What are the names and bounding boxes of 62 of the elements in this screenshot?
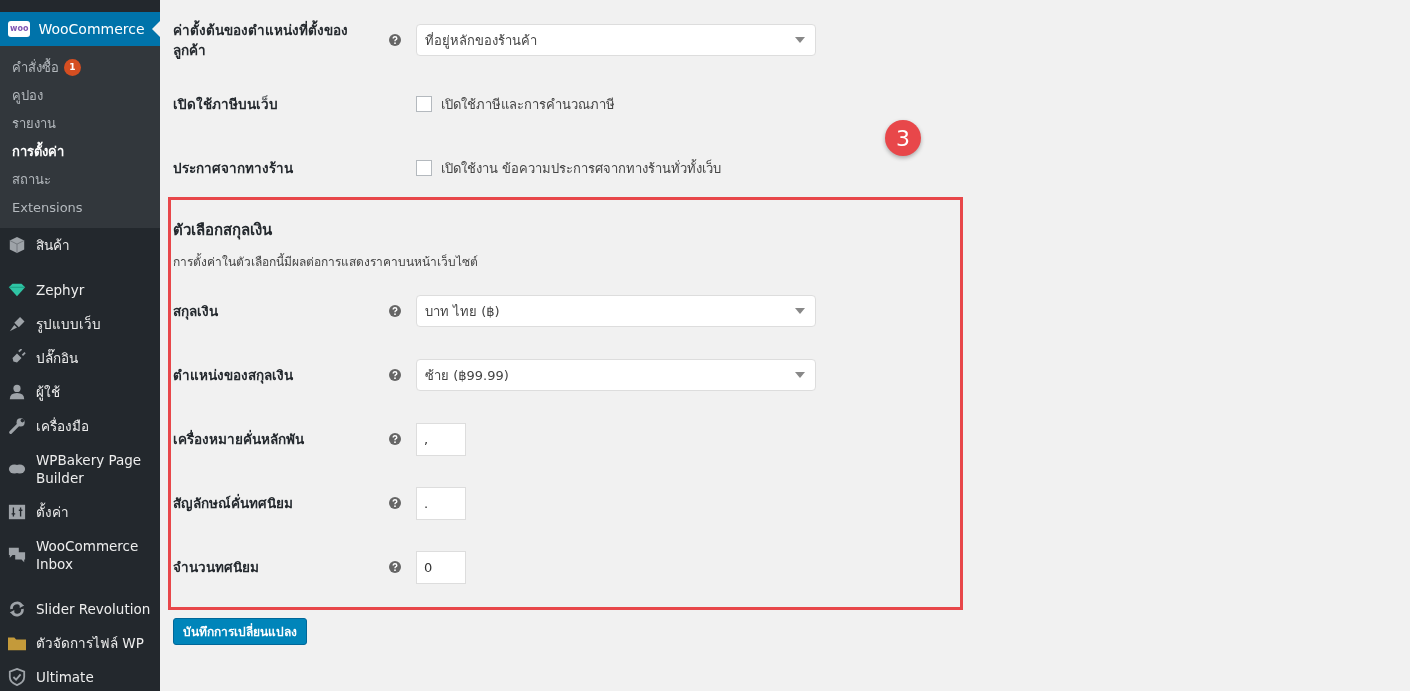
help-icon[interactable] (389, 497, 401, 509)
checkbox-label[interactable]: เปิดใช้ภาษีและการคำนวณภาษี (441, 93, 615, 115)
dropdown-select[interactable]: บาท ไทย (฿) (416, 295, 816, 327)
pointer-icon (152, 21, 160, 37)
dropdown-select[interactable]: ที่อยู่หลักของร้านค้า (416, 24, 816, 56)
section-description: การตั้งค่าในตัวเลือกนี้มีผลต่อการแสดงราคาบนหน้าเว็บไซต์ (173, 252, 479, 271)
field-label: จำนวนทศนิยม (173, 558, 260, 577)
sidebar-menu-item[interactable]: Ultimate (0, 660, 160, 691)
sidebar-menu-item[interactable]: Slider Revolution (0, 592, 160, 626)
sidebar-menu-item[interactable]: WPBakery Page Builder (0, 443, 160, 495)
caret-icon (795, 37, 805, 43)
sidebar-menu-item[interactable]: เครื่องมือ (0, 409, 160, 443)
field-label: สัญลักษณ์คั่นทศนิยม (173, 493, 294, 513)
save-button[interactable]: บันทึกการเปลี่ยนแปลง (173, 618, 307, 645)
checkbox-label[interactable]: เปิดใช้งาน ข้อความประการศจากทางร้านทั่วทั้งเว็บ (441, 157, 722, 179)
gem-icon (8, 281, 26, 299)
refresh-icon (8, 600, 26, 618)
submenu-item[interactable]: การตั้งค่า (0, 137, 160, 165)
sidebar-menu-item[interactable]: ตั้งค่า (0, 495, 160, 529)
field-label: ค่าตั้งต้นของตำแหน่งที่ตั้งของลูกค้า (173, 20, 349, 60)
submenu-item[interactable]: Extensions (0, 193, 160, 221)
field-label: เครื่องหมายคั่นหลักพัน (173, 429, 305, 449)
step-number-badge: 3 (885, 120, 921, 156)
sidebar-menu-item[interactable]: woo WooCommerce (0, 12, 160, 46)
sidebar-menu-item[interactable]: สินค้า (0, 228, 160, 262)
help-icon[interactable] (389, 561, 401, 573)
input-field[interactable]: . (416, 486, 466, 520)
shield-icon (8, 668, 26, 686)
submenu-item[interactable]: คูปอง (0, 81, 160, 109)
input-field[interactable]: , (416, 422, 466, 456)
dropdown-select[interactable]: ซ้าย (฿99.99) (416, 359, 816, 391)
box-icon (8, 236, 26, 254)
checkbox[interactable] (416, 160, 432, 176)
field-label: สกุลเงิน (173, 302, 219, 321)
checkbox[interactable] (416, 96, 432, 112)
sidebar-menu-item[interactable]: WooCommerce Inbox (0, 529, 160, 581)
field-label: เปิดใช้ภาษีบนเว็บ (173, 94, 279, 114)
speech-bubble-logo-icon: woo (8, 21, 31, 37)
sidebar-menu-item[interactable]: ตัวจัดการไฟล์ WP (0, 626, 160, 660)
input-field[interactable]: 0 (416, 550, 466, 584)
submenu-item[interactable]: รายงาน (0, 109, 160, 137)
sidebar-menu-item[interactable]: Zephyr (0, 273, 160, 307)
help-icon[interactable] (389, 305, 401, 317)
sidebar-menu-item[interactable]: รูปแบบเว็บ (0, 307, 160, 341)
chat-icon (8, 546, 26, 564)
help-icon[interactable] (389, 369, 401, 381)
sidebar-menu-item[interactable]: ปลั๊กอิน (0, 341, 160, 375)
help-icon[interactable] (389, 433, 401, 445)
caret-icon (795, 308, 805, 314)
sliders-icon (8, 503, 26, 521)
section-heading: ตัวเลือกสกุลเงิน (173, 220, 273, 242)
field-label: ประกาศจากทางร้าน (173, 159, 294, 178)
brush-icon (8, 315, 26, 333)
user-icon (8, 383, 26, 401)
sidebar-menu-item[interactable]: ผู้ใช้ (0, 375, 160, 409)
count-badge: 1 (64, 58, 81, 76)
help-icon[interactable] (389, 34, 401, 46)
submenu-item[interactable]: สถานะ (0, 165, 160, 193)
wrench-icon (8, 417, 26, 435)
submenu-item[interactable]: คำสั่งซื้อ 1 (0, 53, 160, 81)
caret-icon (795, 372, 805, 378)
field-label: ตำแหน่งของสกุลเงิน (173, 366, 294, 385)
